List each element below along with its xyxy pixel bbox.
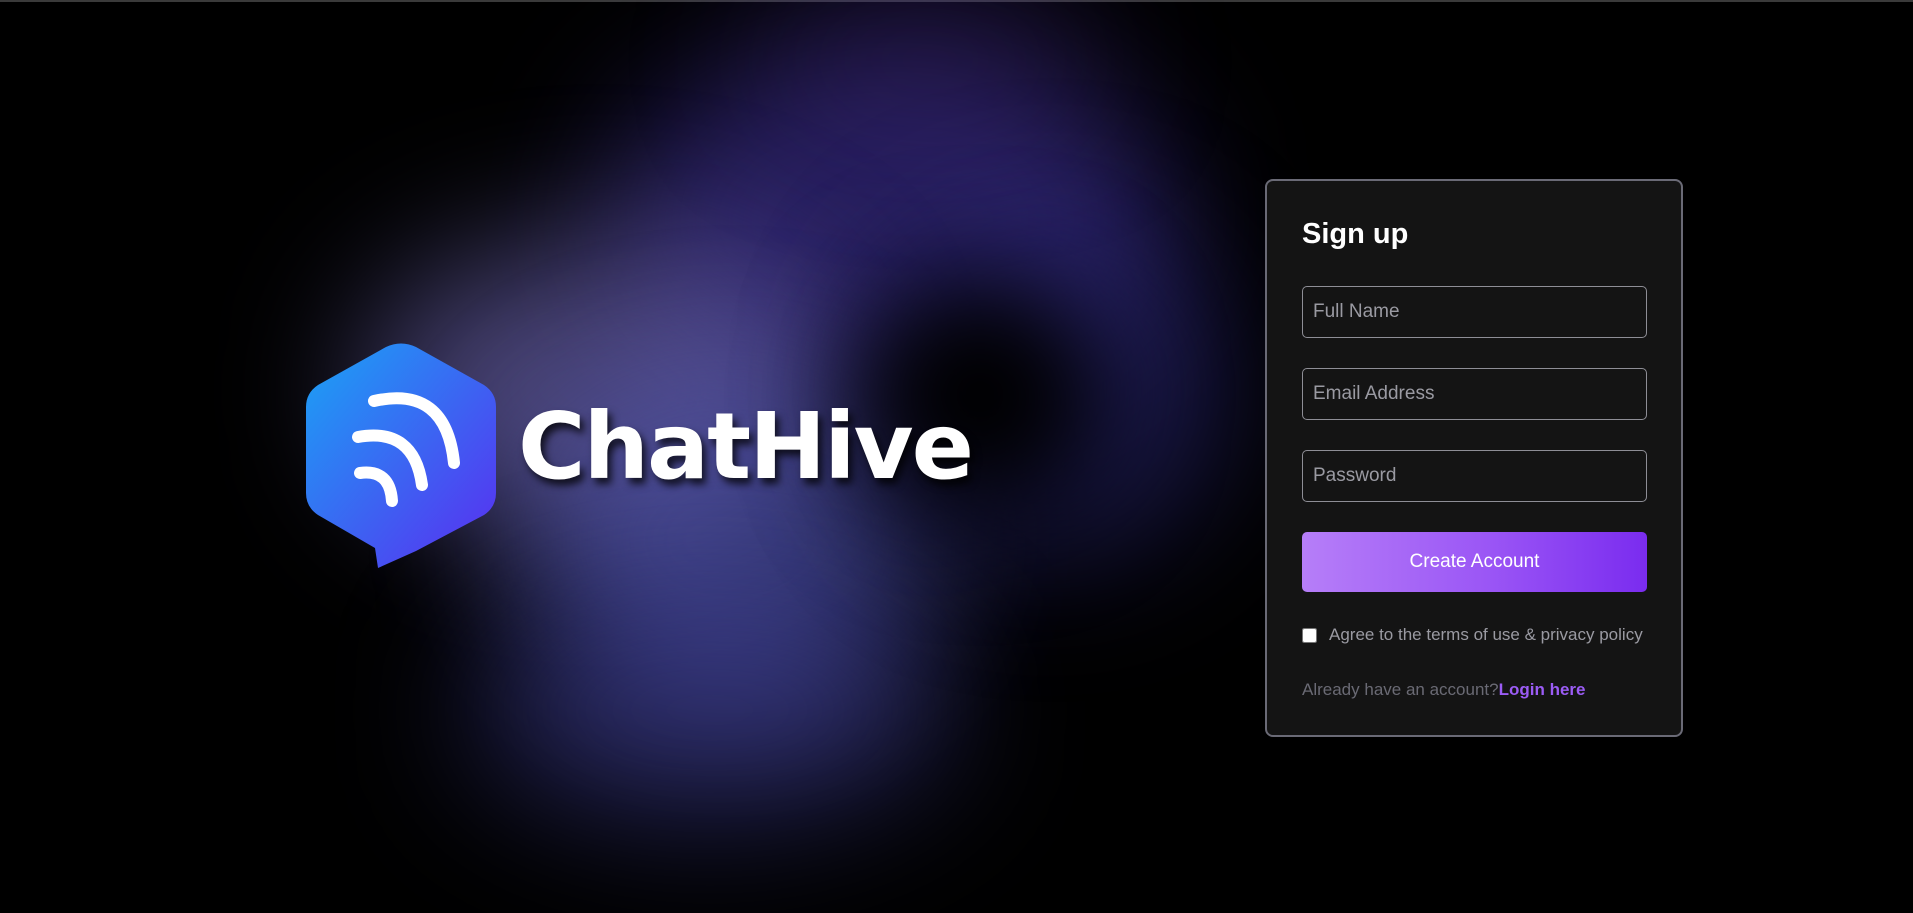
terms-checkbox[interactable]	[1302, 627, 1317, 643]
login-link[interactable]: Login here	[1499, 680, 1586, 699]
create-account-button[interactable]: Create Account	[1302, 532, 1647, 592]
background-glow	[470, 600, 950, 820]
background-glow	[760, 0, 1100, 120]
terms-label: Agree to the terms of use & privacy poli…	[1329, 625, 1643, 644]
terms-agreement: Agree to the terms of use & privacy poli…	[1302, 625, 1643, 645]
password-input[interactable]	[1302, 450, 1647, 502]
login-prompt-text: Already have an account?	[1302, 680, 1499, 699]
full-name-input[interactable]	[1302, 286, 1647, 338]
page-background: ChatHive Sign up Create Account Agree to…	[0, 0, 1913, 913]
signup-card: Sign up Create Account Agree to the term…	[1265, 179, 1683, 737]
signup-title: Sign up	[1302, 218, 1409, 250]
brand-name: ChatHive	[518, 392, 974, 500]
chat-signal-hexagon-icon	[306, 343, 496, 568]
login-prompt-row: Already have an account?Login here	[1302, 680, 1586, 700]
brand-logo: ChatHive	[306, 340, 974, 570]
email-input[interactable]	[1302, 368, 1647, 420]
